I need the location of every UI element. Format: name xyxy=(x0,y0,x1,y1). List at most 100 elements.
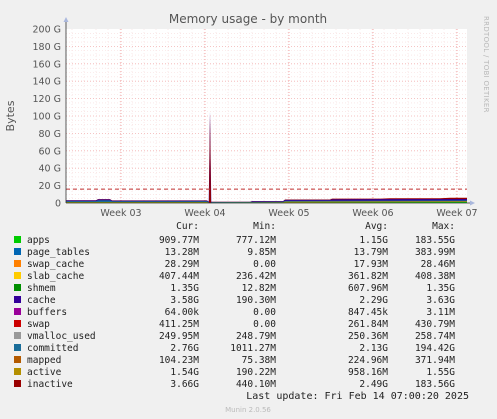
y-tick-label: 120 G xyxy=(32,94,61,105)
legend-cur-value: 407.44M xyxy=(159,271,199,282)
legend-swatch-vmalloc-used xyxy=(14,332,21,339)
legend-avg-value: 13.79M xyxy=(354,247,389,258)
legend-max-value: 371.94M xyxy=(415,355,455,366)
legend-swatch-swap xyxy=(14,320,21,327)
legend-name: active xyxy=(27,367,62,378)
legend-cur-value: 909.77M xyxy=(159,235,199,246)
y-tick-labels: 0 20 G 40 G 60 G 80 G 100 G 120 G 140 G 160 G 180… xyxy=(32,25,61,210)
legend-cur-value: 411.25M xyxy=(159,319,199,330)
x-tick-label: Week 07 xyxy=(436,208,477,219)
legend-min-value: 0.00 xyxy=(253,307,276,318)
legend-min-value: 777.12M xyxy=(236,235,276,246)
y-tick-label: 60 G xyxy=(39,146,61,157)
legend-min-value: 0.00 xyxy=(253,319,276,330)
last-update: Last update: Fri Feb 14 07:00:20 2025 xyxy=(246,391,469,402)
legend-max-value: 408.38M xyxy=(415,271,455,282)
legend-cur-value: 249.95M xyxy=(159,331,199,342)
legend-cur-value: 64.00k xyxy=(165,307,200,318)
legend-name: slab_cache xyxy=(27,271,84,282)
legend-avg-value: 261.84M xyxy=(348,319,388,330)
legend-swatch-active xyxy=(14,368,21,375)
legend-column-header: Min: xyxy=(253,221,276,232)
legend-avg-value: 250.36M xyxy=(348,331,388,342)
legend-min-value: 0.00 xyxy=(253,259,276,270)
legend-name: vmalloc_used xyxy=(27,331,96,342)
legend-swatch-cache xyxy=(14,296,21,303)
y-axis-arrow xyxy=(63,17,69,22)
legend-min-value: 236.42M xyxy=(236,271,276,282)
memory-chart: Memory usage - by month Bytes RRDTOOL / … xyxy=(4,12,490,414)
legend-max-value: 183.56G xyxy=(415,379,455,390)
legend-name: mapped xyxy=(27,355,61,366)
legend-name: shmem xyxy=(27,283,56,294)
legend-avg-value: 607.96M xyxy=(348,283,388,294)
legend-max-value: 1.35G xyxy=(426,283,455,294)
legend-avg-value: 2.13G xyxy=(359,343,388,354)
x-tick-label: Week 03 xyxy=(100,208,141,219)
y-tick-label: 40 G xyxy=(39,164,61,175)
legend-min-value: 9.85M xyxy=(247,247,276,258)
legend-swatch-slab-cache xyxy=(14,272,21,279)
y-tick-label: 140 G xyxy=(32,77,61,88)
legend-max-value: 258.74M xyxy=(415,331,455,342)
y-tick-label: 180 G xyxy=(32,42,61,53)
legend-column-header: Cur: xyxy=(176,221,199,232)
munin-version: Munin 2.0.56 xyxy=(225,406,271,414)
legend-min-value: 12.82M xyxy=(242,283,277,294)
legend-max-value: 28.46M xyxy=(421,259,456,270)
legend-max-value: 383.99M xyxy=(415,247,455,258)
legend-avg-value: 224.96M xyxy=(348,355,388,366)
legend-name: inactive xyxy=(27,379,73,390)
legend-min-value: 190.22M xyxy=(236,367,276,378)
legend-avg-value: 1.15G xyxy=(359,235,388,246)
legend-name: page_tables xyxy=(27,247,90,258)
y-axis-label: Bytes xyxy=(4,100,17,131)
legend-name: apps xyxy=(27,235,50,246)
y-tick-label: 0 xyxy=(55,199,61,210)
legend-cur-value: 1.54G xyxy=(170,367,199,378)
legend-swatch-inactive xyxy=(14,380,21,387)
y-tick-label: 80 G xyxy=(39,129,61,140)
y-tick-label: 100 G xyxy=(32,112,61,123)
legend-swatch-buffers xyxy=(14,308,21,315)
legend-avg-value: 2.29G xyxy=(359,295,388,306)
legend-avg-value: 958.16M xyxy=(348,367,388,378)
legend-name: swap_cache xyxy=(27,259,84,270)
legend-max-value: 3.11M xyxy=(426,307,455,318)
legend-max-value: 430.79M xyxy=(415,319,455,330)
y-tick-label: 20 G xyxy=(39,181,61,192)
x-tick-labels: Week 03 Week 04 Week 05 Week 06 Week 07 xyxy=(100,208,477,219)
legend-avg-value: 361.82M xyxy=(348,271,388,282)
legend-column-header: Max: xyxy=(432,221,455,232)
legend-max-value: 3.63G xyxy=(426,295,455,306)
legend-min-value: 75.38M xyxy=(242,355,277,366)
legend-cur-value: 2.76G xyxy=(170,343,199,354)
y-tick-label: 200 G xyxy=(32,25,61,36)
legend-cur-value: 13.28M xyxy=(165,247,200,258)
legend-swatch-apps xyxy=(14,236,21,243)
legend-swatch-committed xyxy=(14,344,21,351)
x-tick-label: Week 05 xyxy=(268,208,309,219)
legend-name: swap xyxy=(27,319,50,330)
x-tick-label: Week 06 xyxy=(352,208,393,219)
legend-swatch-mapped xyxy=(14,356,21,363)
x-tick-label: Week 04 xyxy=(184,208,225,219)
legend-cur-value: 28.29M xyxy=(165,259,200,270)
legend-avg-value: 2.49G xyxy=(359,379,388,390)
legend-cur-value: 3.66G xyxy=(170,379,199,390)
legend-min-value: 440.10M xyxy=(236,379,276,390)
chart-title: Memory usage - by month xyxy=(169,12,327,26)
x-axis-arrow xyxy=(470,200,475,206)
legend-swatch-page-tables xyxy=(14,248,21,255)
rrdtool-side-label: RRDTOOL / TOBI OETIKER xyxy=(482,16,490,113)
legend-name: committed xyxy=(27,343,78,354)
legend-min-value: 248.79M xyxy=(236,331,276,342)
legend-cur-value: 3.58G xyxy=(170,295,199,306)
legend-name: cache xyxy=(27,295,56,306)
legend: Cur: Min: Avg: Max:apps 909.77M 777.12M 1.15G 1… xyxy=(14,221,455,390)
legend-avg-value: 847.45k xyxy=(348,307,388,318)
legend-avg-value: 17.93M xyxy=(354,259,389,270)
y-tick-label: 160 G xyxy=(32,59,61,70)
legend-max-value: 183.55G xyxy=(415,235,455,246)
legend-cur-value: 104.23M xyxy=(159,355,199,366)
